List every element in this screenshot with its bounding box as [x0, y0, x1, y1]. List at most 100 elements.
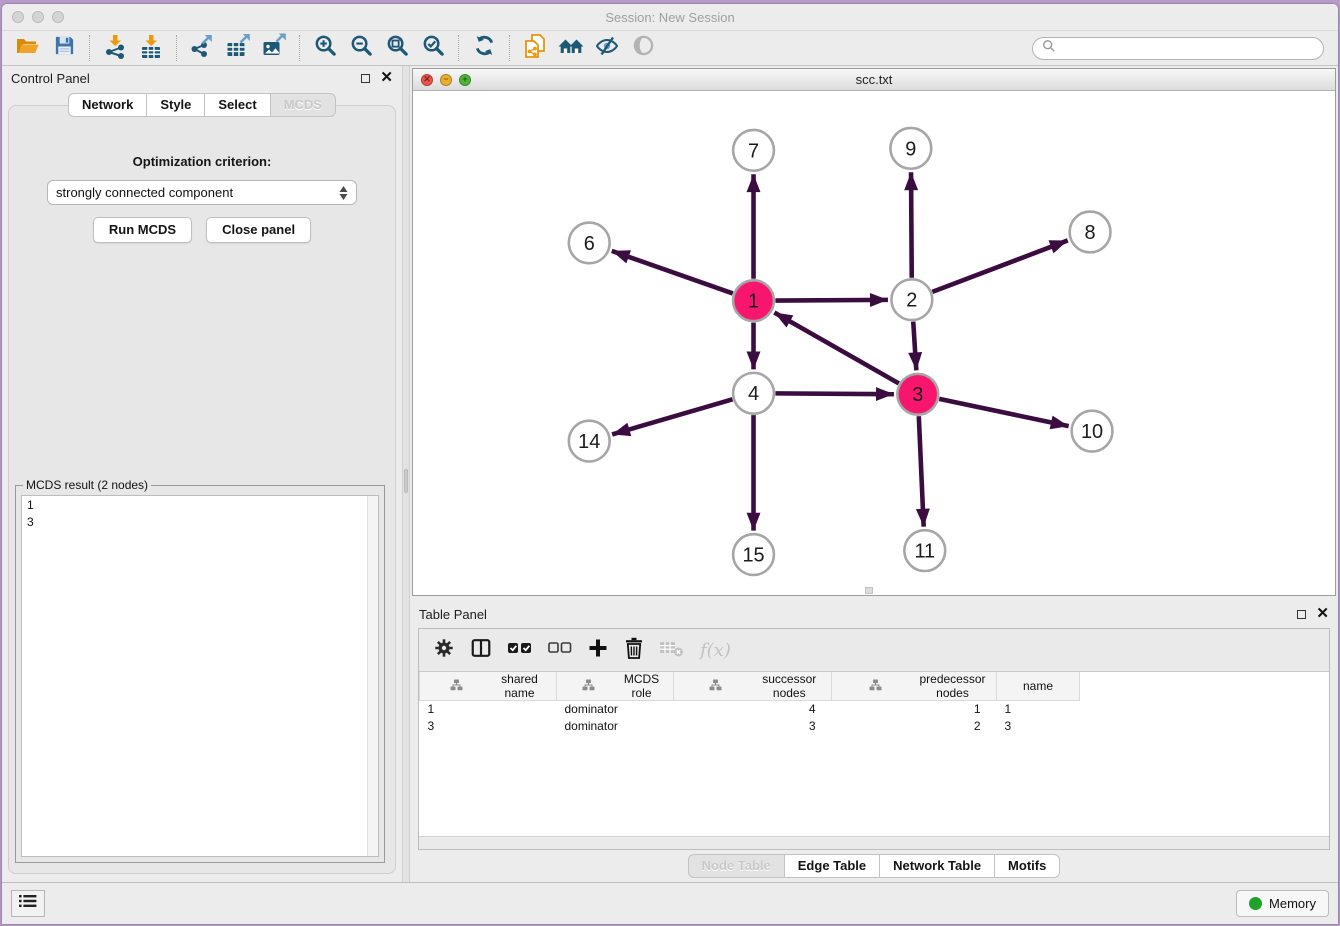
delete-column-button[interactable]: [624, 637, 644, 664]
tab-network[interactable]: Network: [68, 93, 147, 117]
graph-edge[interactable]: [775, 300, 888, 301]
column-header-shared-name[interactable]: shared name: [420, 672, 557, 701]
tab-edge-table[interactable]: Edge Table: [784, 854, 880, 878]
table-toolbar: f(x): [419, 629, 1329, 671]
memory-button[interactable]: Memory: [1236, 890, 1329, 917]
network-canvas[interactable]: 7968124310141511: [413, 91, 1335, 595]
export-network-icon: [189, 33, 215, 64]
close-table-panel-icon[interactable]: ✕: [1316, 609, 1329, 619]
graph-edge[interactable]: [939, 399, 1068, 426]
deselect-all-button[interactable]: [548, 640, 572, 661]
column-type-icon: [679, 679, 753, 694]
mcds-result-text[interactable]: 1 3: [21, 495, 379, 857]
float-panel-icon[interactable]: [361, 74, 370, 83]
run-mcds-button[interactable]: Run MCDS: [93, 217, 192, 243]
import-table-button[interactable]: [133, 33, 169, 63]
minimize-window-button[interactable]: [32, 11, 44, 23]
canvas-grip[interactable]: [865, 587, 873, 594]
float-table-panel-icon[interactable]: [1297, 610, 1306, 619]
tab-style[interactable]: Style: [146, 93, 205, 117]
search-field[interactable]: [1032, 37, 1324, 60]
export-table-button[interactable]: [220, 33, 256, 63]
tab-mcds[interactable]: MCDS: [270, 93, 336, 117]
refresh-icon: [473, 34, 496, 62]
graph-edge[interactable]: [774, 313, 898, 384]
column-header-successor-nodes[interactable]: successor nodes: [674, 672, 832, 701]
export-image-icon: [261, 33, 287, 63]
selected-option: strongly connected component: [56, 185, 233, 200]
first-neighbors-button[interactable]: [553, 33, 589, 63]
tab-node-table[interactable]: Node Table: [688, 854, 785, 878]
graph-node-label: 4: [748, 383, 759, 405]
gear-icon: [433, 637, 455, 664]
show-columns-button[interactable]: [470, 637, 492, 664]
apply-layout-button[interactable]: [466, 33, 502, 63]
export-network-button[interactable]: [184, 33, 220, 63]
zoom-selected-button[interactable]: [415, 33, 451, 63]
close-panel-icon[interactable]: ✕: [380, 73, 393, 83]
horizontal-splitter[interactable]: [410, 596, 1338, 602]
tab-motifs[interactable]: Motifs: [994, 854, 1060, 878]
tab-select[interactable]: Select: [204, 93, 270, 117]
network-minimize-button[interactable]: −: [440, 74, 452, 86]
unchecked-boxes-icon: [548, 640, 572, 661]
select-all-button[interactable]: [507, 639, 533, 662]
network-window-title: scc.txt: [413, 72, 1335, 87]
graph-edge[interactable]: [932, 240, 1067, 291]
table-header-row: shared name MCDS role successor nodes pr…: [420, 672, 1080, 701]
clone-network-button[interactable]: [517, 33, 553, 63]
table-panel: Table Panel ✕ f(x): [410, 602, 1338, 882]
column-header-predecessor-nodes[interactable]: predecessor nodes: [832, 672, 997, 701]
graph-edge[interactable]: [911, 172, 912, 278]
eye-icon: [632, 34, 655, 62]
table-scroll-strip[interactable]: [419, 836, 1329, 849]
control-panel-header: Control Panel ✕: [2, 66, 402, 90]
status-bar: Memory: [2, 882, 1338, 924]
graph-node-label: 3: [912, 384, 923, 406]
column-header-mcds-role[interactable]: MCDS role: [557, 672, 674, 701]
network-close-button[interactable]: ✕: [421, 74, 433, 86]
table-row[interactable]: 1 dominator 4 1 1: [420, 701, 1080, 718]
zoom-window-button[interactable]: [52, 11, 64, 23]
mcds-panel: Optimization criterion: strongly connect…: [8, 105, 396, 874]
graph-edge[interactable]: [919, 416, 924, 527]
close-panel-button[interactable]: Close panel: [206, 217, 311, 243]
list-icon: [19, 894, 37, 913]
zoom-out-button[interactable]: [343, 33, 379, 63]
graph-node-label: 11: [914, 541, 935, 563]
toolbar-separator: [89, 35, 90, 61]
vertical-splitter[interactable]: [402, 66, 410, 882]
import-table-icon: [138, 33, 164, 64]
graph-edge[interactable]: [612, 251, 733, 294]
column-header-name[interactable]: name: [997, 672, 1080, 701]
column-type-icon: [562, 679, 615, 694]
close-window-button[interactable]: [12, 11, 24, 23]
graph-edge[interactable]: [775, 393, 893, 394]
result-scrollbar[interactable]: [367, 496, 378, 856]
task-history-button[interactable]: [11, 890, 45, 917]
export-image-button[interactable]: [256, 33, 292, 63]
zoom-fit-button[interactable]: [379, 33, 415, 63]
tab-network-table[interactable]: Network Table: [879, 854, 995, 878]
toolbar-separator: [458, 35, 459, 61]
columns-icon: [470, 637, 492, 664]
hide-details-button[interactable]: [589, 33, 625, 63]
optimization-criterion-select[interactable]: strongly connected component: [47, 180, 357, 205]
graph-edge[interactable]: [913, 322, 916, 371]
optimization-criterion-label: Optimization criterion:: [9, 154, 395, 169]
network-graph[interactable]: 7968124310141511: [413, 91, 1335, 595]
network-zoom-button[interactable]: +: [459, 74, 471, 86]
import-network-button[interactable]: [97, 33, 133, 63]
splitter-handle[interactable]: [404, 469, 408, 493]
mcds-result-group: MCDS result (2 nodes) 1 3: [15, 485, 385, 863]
graph-edge[interactable]: [612, 399, 732, 434]
add-column-button[interactable]: [587, 637, 609, 664]
table-row[interactable]: 3 dominator 3 2 3: [420, 718, 1080, 735]
homes-icon: [557, 34, 585, 63]
search-input[interactable]: [1061, 41, 1314, 55]
table-settings-button[interactable]: [433, 637, 455, 664]
save-session-button[interactable]: [46, 33, 82, 63]
graphics-details-button[interactable]: [625, 33, 661, 63]
open-session-button[interactable]: [10, 33, 46, 63]
zoom-in-button[interactable]: [307, 33, 343, 63]
